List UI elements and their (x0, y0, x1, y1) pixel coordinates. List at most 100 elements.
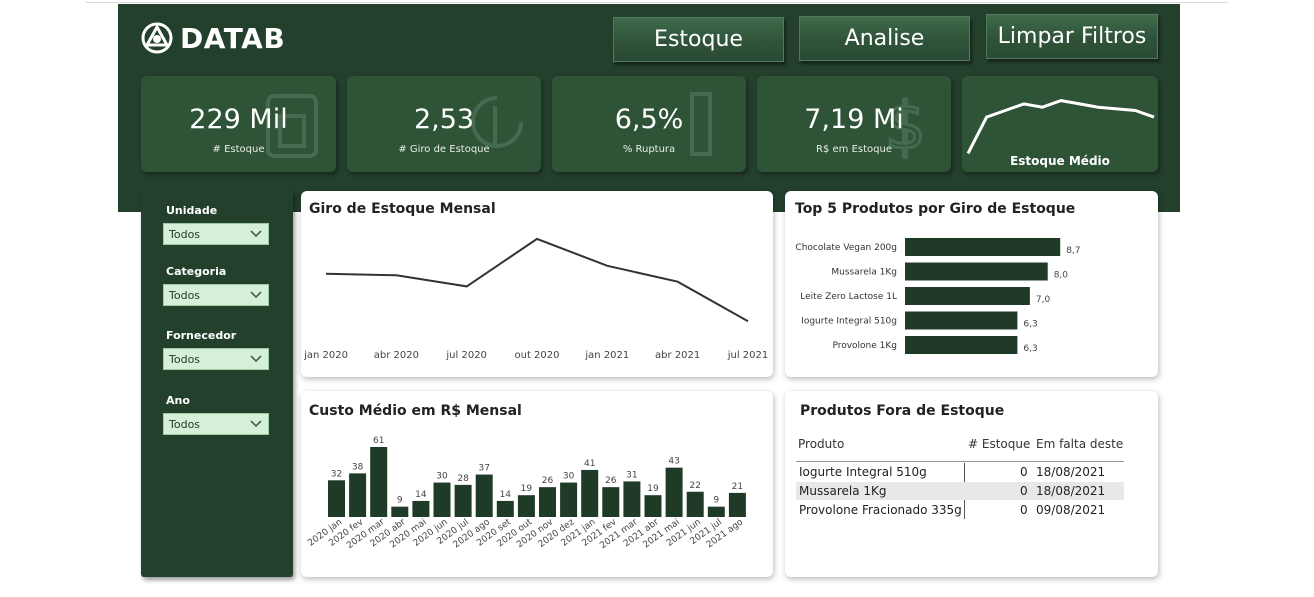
col-header-em-falta[interactable]: Em falta deste (1036, 437, 1123, 451)
custo-value-label: 26 (605, 476, 617, 486)
filter-ano-select[interactable]: Todos (163, 413, 269, 435)
logo-icon (141, 22, 173, 54)
top5-bar (905, 262, 1048, 281)
top5-chart-card: Top 5 Produtos por Giro de Estoque Choco… (785, 191, 1158, 377)
custo-value-label: 37 (478, 464, 489, 474)
x-tick-label: jul 2020 (445, 350, 487, 361)
custo-bar (475, 474, 493, 517)
x-tick-label: jul 2021 (727, 350, 769, 361)
custo-value-label: 32 (331, 469, 342, 479)
cell-produto: Mussarela 1Kg (799, 484, 887, 498)
custo-value-label: 21 (732, 482, 743, 492)
filter-categoria-value: Todos (169, 289, 201, 302)
x-tick-label: jan 2021 (584, 350, 629, 361)
custo-value-label: 61 (373, 436, 384, 446)
custo-bar (665, 467, 683, 517)
giro-line-chart: jan 2020 abr 2020 jul 2020 out 2020 jan 2021… (303, 237, 769, 361)
custo-bar (454, 484, 472, 517)
filter-unidade-value: Todos (169, 228, 201, 241)
top5-bar (905, 336, 1018, 354)
cell-produto: Iogurte Integral 510g (799, 465, 927, 479)
filter-label-fornecedor: Fornecedor (166, 329, 237, 342)
custo-value-label: 41 (584, 459, 595, 469)
limpar-filtros-button[interactable]: Limpar Filtros (986, 14, 1158, 59)
custo-bar (349, 473, 367, 517)
kpi-value: 7,19 Mi (804, 104, 904, 135)
cell-estoque: 0 (1020, 465, 1028, 479)
custo-value-label: 19 (521, 484, 533, 494)
top5-value-label: 8,0 (1054, 271, 1069, 281)
custo-bar (707, 506, 725, 517)
cell-data: 18/08/2021 (1036, 465, 1106, 479)
chevron-down-icon (250, 420, 262, 428)
custo-bar (644, 495, 662, 517)
giro-series-line (325, 237, 749, 323)
sparkline-line (966, 99, 1155, 155)
custo-bar (517, 495, 535, 517)
chevron-down-icon (250, 291, 262, 299)
filter-categoria-select[interactable]: Todos (163, 284, 269, 306)
custo-value-label: 9 (397, 496, 403, 506)
col-header-produto[interactable]: Produto (798, 437, 844, 451)
top5-value-label: 8,7 (1066, 246, 1080, 256)
custo-value-label: 30 (436, 472, 448, 482)
custo-bar (328, 480, 345, 517)
kpi-card-valor: $ 7,19 Mi R$ em Estoque (757, 76, 951, 172)
cell-estoque: 0 (1020, 503, 1028, 517)
top5-category-label: Iogurte Integral 510g (801, 317, 897, 327)
filter-label-ano: Ano (166, 394, 190, 407)
kpi-label: Estoque Médio (1010, 154, 1110, 168)
x-tick-label: abr 2021 (655, 350, 700, 361)
kpi-label: R$ em Estoque (816, 144, 892, 155)
kpi-card-ruptura: 6,5% % Ruptura (552, 76, 746, 172)
logo-text: DATAB (180, 21, 286, 55)
filter-ano-value: Todos (169, 418, 201, 431)
top5-bar (905, 238, 1061, 256)
chevron-down-icon (250, 230, 262, 238)
custo-bar (728, 492, 746, 517)
analise-button[interactable]: Analise (799, 16, 970, 61)
top5-category-label: Chocolate Vegan 200g (795, 243, 897, 253)
top5-value-label: 6,3 (1023, 344, 1037, 354)
x-tick-label: out 2020 (514, 350, 559, 361)
custo-value-label: 28 (457, 474, 469, 484)
custo-bar (539, 487, 556, 517)
custo-value-label: 19 (647, 484, 659, 494)
kpi-card-giro: 2,53 # Giro de Estoque (347, 76, 541, 172)
estoque-button[interactable]: Estoque (613, 17, 784, 62)
filter-fornecedor-value: Todos (169, 353, 201, 366)
custo-bar-chart: 322020 jan382020 fev612020 mar92020 abr1… (306, 436, 746, 551)
filter-fornecedor-select[interactable]: Todos (163, 348, 269, 370)
cell-data: 09/08/2021 (1036, 503, 1106, 517)
custo-bar (496, 500, 514, 517)
kpi-card-estoque-medio: Estoque Médio (962, 76, 1158, 172)
top5-bar-chart: Chocolate Vegan 200g 8,7 Mussarela 1Kg 8,0 L… (795, 238, 1081, 354)
top5-value-label: 6,3 (1023, 320, 1037, 330)
custo-bar (602, 487, 620, 517)
table-header-divider (796, 461, 1124, 462)
custo-bar (391, 506, 409, 517)
top5-category-label: Leite Zero Lactose 1L (800, 292, 897, 302)
top5-category-label: Mussarela 1Kg (831, 268, 897, 278)
custo-value-label: 9 (713, 496, 719, 506)
kpi-label: # Estoque (212, 144, 265, 155)
custo-value-label: 43 (668, 457, 679, 467)
x-tick-label: jan 2020 (303, 350, 348, 361)
kpi-label: # Giro de Estoque (398, 144, 490, 155)
kpi-value: 2,53 (413, 104, 475, 135)
top-divider (86, 2, 1228, 3)
x-tick-label: abr 2020 (374, 350, 419, 361)
custo-value-label: 14 (500, 490, 512, 500)
col-header-estoque[interactable]: # Estoque (968, 437, 1030, 451)
custo-bar (370, 447, 388, 517)
fora-estoque-title: Produtos Fora de Estoque (800, 403, 1005, 419)
kpi-value: 229 Mil (189, 104, 288, 135)
top5-bar (905, 311, 1018, 330)
cell-estoque: 0 (1020, 484, 1028, 498)
custo-bar (686, 491, 704, 517)
filter-unidade-select[interactable]: Todos (163, 223, 269, 245)
filters-panel: Unidade Todos Categoria Todos Fornecedor… (141, 190, 293, 577)
custo-value-label: 26 (542, 476, 554, 486)
custo-value-label: 31 (626, 470, 637, 480)
custo-bar (433, 482, 451, 517)
